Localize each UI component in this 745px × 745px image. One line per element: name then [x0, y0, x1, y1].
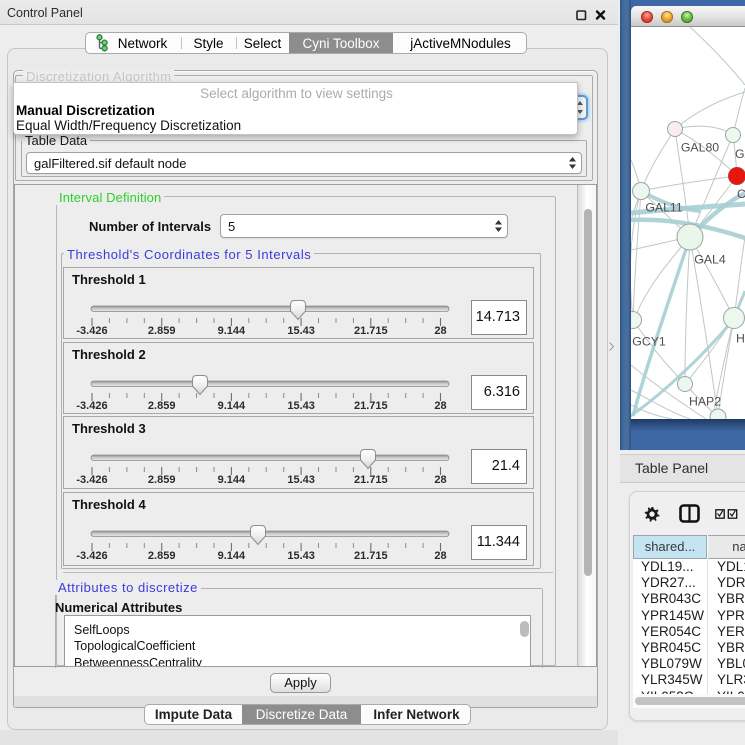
svg-text:21.715: 21.715 [354, 400, 388, 412]
svg-text:15.43: 15.43 [287, 325, 315, 337]
svg-text:9.144: 9.144 [218, 550, 246, 562]
svg-text:GAL4: GAL4 [694, 253, 726, 267]
svg-text:9.144: 9.144 [218, 474, 246, 486]
svg-text:9.144: 9.144 [218, 325, 246, 337]
svg-text:-3.426: -3.426 [76, 550, 107, 562]
svg-text:2.859: 2.859 [148, 400, 176, 412]
svg-text:9.144: 9.144 [218, 400, 246, 412]
svg-text:2.859: 2.859 [148, 550, 176, 562]
svg-text:2.859: 2.859 [148, 474, 176, 486]
svg-text:28: 28 [434, 550, 446, 562]
svg-text:GCY1: GCY1 [632, 335, 666, 349]
svg-text:-3.426: -3.426 [76, 325, 107, 337]
svg-text:28: 28 [434, 325, 446, 337]
svg-text:15.43: 15.43 [287, 474, 315, 486]
svg-text:21.715: 21.715 [354, 474, 388, 486]
svg-text:HAP2: HAP2 [689, 395, 721, 409]
svg-text:-3.426: -3.426 [76, 474, 107, 486]
svg-text:HI: HI [736, 332, 745, 346]
svg-text:GAL: GAL [735, 147, 745, 161]
svg-text:28: 28 [434, 400, 446, 412]
svg-text:CD: CD [737, 187, 745, 201]
svg-text:-3.426: -3.426 [76, 400, 107, 412]
svg-text:21.715: 21.715 [354, 325, 388, 337]
svg-text:GAL11: GAL11 [645, 201, 683, 215]
svg-text:21.715: 21.715 [354, 550, 388, 562]
svg-text:15.43: 15.43 [287, 400, 315, 412]
svg-text:15.43: 15.43 [287, 550, 315, 562]
svg-text:2.859: 2.859 [148, 325, 176, 337]
svg-text:GAL80: GAL80 [681, 141, 719, 155]
svg-text:28: 28 [434, 474, 446, 486]
